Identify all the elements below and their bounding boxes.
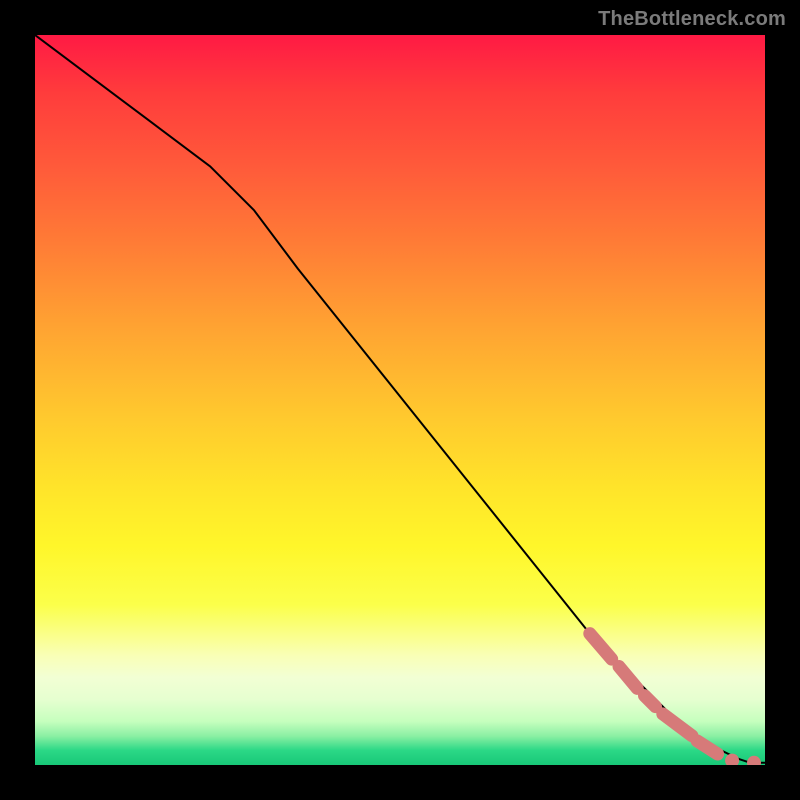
highlight-segment: [645, 696, 656, 707]
highlight-segment: [619, 667, 637, 689]
highlight-point: [725, 754, 739, 765]
bottleneck-curve: [35, 35, 765, 763]
highlight-segment: [697, 741, 718, 754]
plot-area: [35, 35, 765, 765]
highlight-point: [747, 756, 761, 765]
highlight-segment: [663, 714, 692, 736]
highlight-segment: [590, 634, 612, 660]
chart-overlay: [35, 35, 765, 765]
watermark-text: TheBottleneck.com: [598, 8, 786, 31]
highlight-points: [725, 754, 761, 765]
highlight-segments: [590, 634, 718, 754]
chart-frame: TheBottleneck.com: [0, 0, 800, 800]
